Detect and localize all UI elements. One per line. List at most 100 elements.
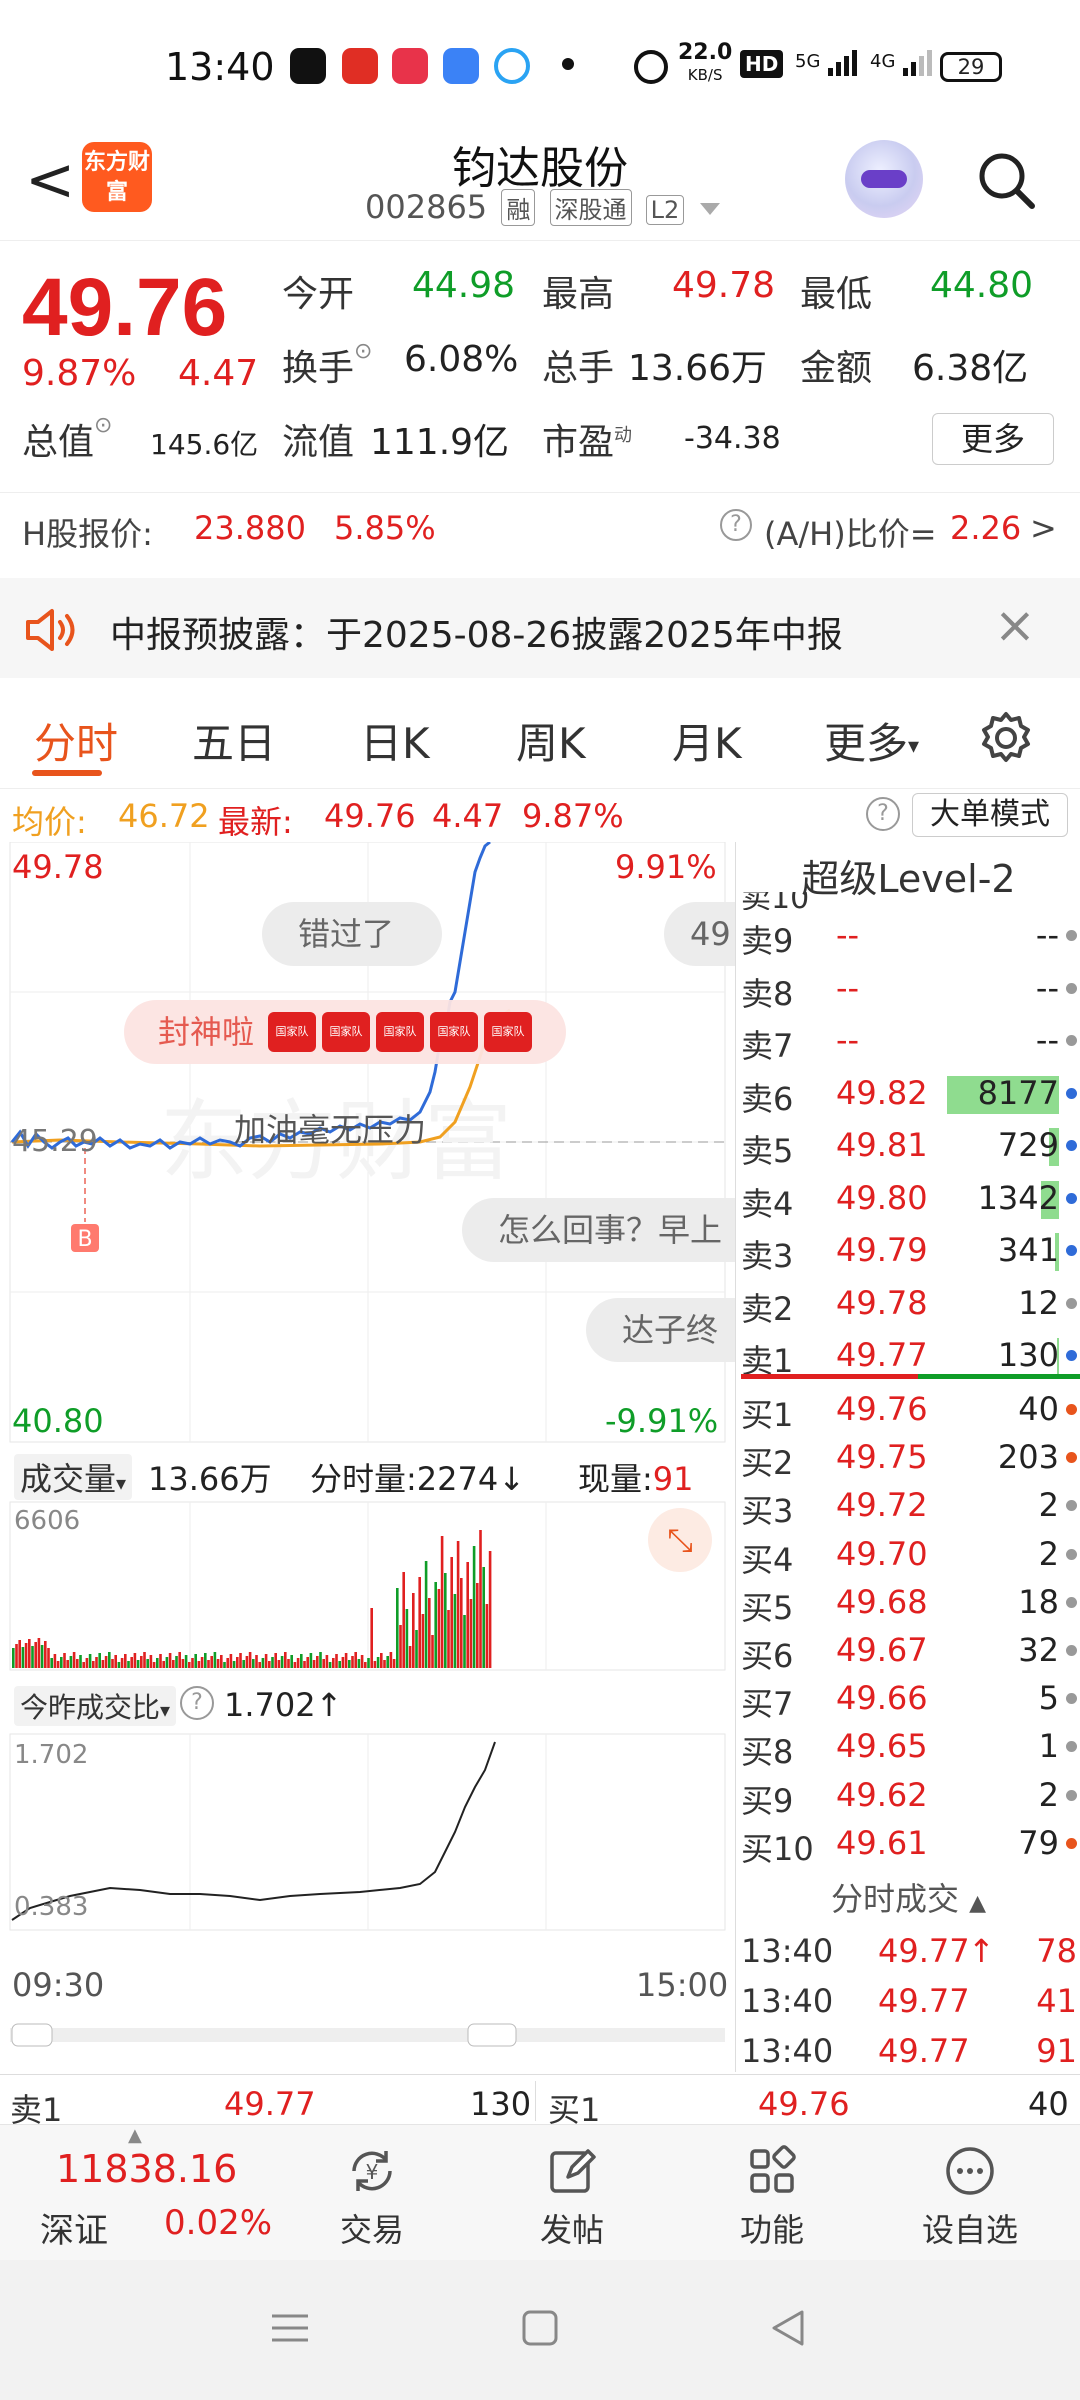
sell-level-label: 卖5 bbox=[741, 1132, 794, 1170]
buy-level-label: 买7 bbox=[741, 1685, 794, 1724]
more-button[interactable]: 更多 bbox=[932, 413, 1054, 465]
danmu-comment[interactable]: 49 bbox=[664, 902, 735, 966]
intraday-chart[interactable]: 东方财富 B 49.78 9.91% 40.80 -9.91% 45.29 错过… bbox=[0, 840, 735, 2072]
sell-level-row[interactable]: 卖8 -- -- bbox=[736, 965, 1080, 1013]
volume-bar bbox=[440, 1536, 444, 1668]
info-icon[interactable]: ⊙ bbox=[354, 339, 372, 364]
tab-monthly-k[interactable]: 月K bbox=[672, 710, 742, 771]
nav-post[interactable]: 发帖 bbox=[512, 2143, 632, 2251]
assistant-robot-icon[interactable] bbox=[845, 140, 923, 218]
help-icon[interactable]: ? bbox=[866, 797, 900, 831]
tab-intraday[interactable]: 分时 bbox=[34, 710, 118, 771]
trade-time: 13:40 bbox=[741, 1932, 834, 1970]
buy-level-row[interactable]: 买4 49.70 2 bbox=[736, 1531, 1080, 1579]
level2-orderbook[interactable]: 超级Level-2 卖10 卖9 -- -- 卖8 -- -- 卖7 -- -- 卖6 49.82 8… bbox=[735, 842, 1080, 2072]
sell-level-volume: 12 bbox=[1018, 1283, 1059, 1322]
volume-bar bbox=[357, 1659, 361, 1668]
sell-level-price: 49.82 bbox=[836, 1073, 928, 1112]
trade-volume: 41 bbox=[1036, 1982, 1077, 2020]
buy-marker-label: B bbox=[77, 1227, 92, 1252]
volume-bar bbox=[178, 1652, 181, 1668]
buy-level-row[interactable]: 买8 49.65 1 bbox=[736, 1723, 1080, 1771]
home-icon[interactable] bbox=[520, 2308, 560, 2348]
buy-level-price: 49.61 bbox=[836, 1823, 928, 1862]
danmu-comment[interactable]: 达子终 bbox=[586, 1298, 735, 1362]
buy-level-row[interactable]: 买9 49.62 2 bbox=[736, 1772, 1080, 1820]
chevron-right-icon: > bbox=[1030, 509, 1057, 547]
back-triangle-icon[interactable] bbox=[768, 2308, 808, 2348]
big-order-mode-button[interactable]: 大单模式 bbox=[912, 793, 1068, 837]
volume-bar bbox=[309, 1653, 313, 1668]
trade-row: 13:40 49.77 91 bbox=[736, 2028, 1080, 2076]
tab-five-day[interactable]: 五日 bbox=[192, 710, 276, 771]
dot-icon bbox=[562, 58, 574, 70]
buy-marker[interactable]: B bbox=[71, 1148, 99, 1252]
trade-time: 13:40 bbox=[741, 2032, 834, 2070]
chevron-down-icon[interactable] bbox=[700, 203, 721, 215]
scroll-track[interactable] bbox=[10, 2023, 725, 2047]
buy-level-row[interactable]: 买10 49.61 79 bbox=[736, 1820, 1080, 1868]
announcement-banner[interactable]: 中报预披露：于2025-08-26披露2025年中报 × bbox=[0, 578, 1080, 678]
info-icon[interactable]: ⊙ bbox=[94, 413, 112, 438]
danmu-comment[interactable]: 错过了 bbox=[262, 902, 442, 966]
search-icon[interactable] bbox=[976, 150, 1036, 210]
volume-bar bbox=[466, 1562, 469, 1668]
tab-daily-k[interactable]: 日K bbox=[360, 710, 430, 771]
volume-bar bbox=[341, 1657, 345, 1668]
volume-bar bbox=[319, 1652, 322, 1668]
buy-level-price: 49.67 bbox=[836, 1631, 928, 1669]
help-icon[interactable]: ? bbox=[180, 1686, 214, 1720]
danmu-highlight-comment[interactable]: 封神啦 国家队 国家队 国家队 国家队 国家队 bbox=[124, 1000, 566, 1064]
nav-functions[interactable]: 功能 bbox=[712, 2143, 832, 2251]
h-share-row[interactable]: H股报价: 23.880 5.85% ? (A/H)比价= 2.26 > bbox=[0, 492, 1080, 562]
danmu-comment[interactable]: 怎么回事？早上 bbox=[462, 1198, 735, 1262]
edit-icon bbox=[550, 2149, 596, 2193]
sell-level-row[interactable]: 卖2 49.78 12 bbox=[736, 1280, 1080, 1328]
volume-bar bbox=[460, 1578, 463, 1668]
volume-bar bbox=[104, 1656, 108, 1668]
buy-level-row[interactable]: 买2 49.75 203 bbox=[736, 1434, 1080, 1482]
buy1-vol: 40 bbox=[1028, 2085, 1069, 2123]
close-icon[interactable]: × bbox=[994, 596, 1036, 654]
volume-bar bbox=[168, 1653, 172, 1668]
buy-level-row[interactable]: 买3 49.72 2 bbox=[736, 1482, 1080, 1530]
nav-trade[interactable]: ¥ 交易 bbox=[312, 2143, 432, 2251]
pe-sup: 动 bbox=[614, 425, 633, 446]
menu-icon[interactable] bbox=[270, 2308, 310, 2348]
buy-level-row[interactable]: 买6 49.67 32 bbox=[736, 1627, 1080, 1675]
volume-dropdown[interactable]: 成交量▾ bbox=[14, 1454, 133, 1500]
volume-bar bbox=[383, 1660, 386, 1668]
trades-header[interactable]: 分时成交 ▲ bbox=[736, 1874, 1080, 1920]
sell-level-volume: 341 bbox=[997, 1231, 1059, 1269]
sell-level-row[interactable]: 卖9 -- -- bbox=[736, 912, 1080, 960]
expand-icon[interactable]: ⤡ bbox=[648, 1508, 712, 1572]
ratio-dropdown[interactable]: 今昨成交比▾ bbox=[14, 1686, 177, 1726]
volume-bar bbox=[376, 1657, 380, 1668]
nav-add-watchlist[interactable]: 设自选 bbox=[910, 2143, 1030, 2251]
sell-level-row[interactable]: 卖7 -- -- bbox=[736, 1017, 1080, 1065]
sell-level-row[interactable]: 卖5 49.81 729 bbox=[736, 1122, 1080, 1170]
buy-level-row[interactable]: 买1 49.76 40 bbox=[736, 1386, 1080, 1434]
volume-bar bbox=[127, 1661, 130, 1668]
volume-bar bbox=[181, 1659, 185, 1668]
danmu-comment[interactable]: 加油毫无压力 bbox=[210, 1098, 470, 1162]
buy-level-price: 49.66 bbox=[836, 1679, 928, 1718]
team-badge-icon: 国家队 bbox=[484, 1012, 532, 1052]
sell-level-row[interactable]: 卖1 49.77 130 bbox=[736, 1332, 1080, 1380]
settings-gear-icon[interactable] bbox=[978, 710, 1034, 766]
battery-icon: 29 bbox=[940, 52, 1002, 82]
turnover-value: 6.08% bbox=[404, 339, 519, 380]
sell-level-row[interactable]: 卖4 49.80 1342 bbox=[736, 1175, 1080, 1223]
triangle-up-icon: ▲ bbox=[969, 1891, 987, 1916]
volume-bar bbox=[152, 1662, 156, 1668]
buy-level-row[interactable]: 买5 49.68 18 bbox=[736, 1579, 1080, 1627]
index-ticker[interactable]: ▲ 11838.16 深证 0.02% bbox=[0, 2125, 300, 2261]
sell-level-row[interactable]: 卖3 49.79 341 bbox=[736, 1227, 1080, 1275]
tab-more[interactable]: 更多▾ bbox=[824, 710, 919, 771]
buy-level-row[interactable]: 买7 49.66 5 bbox=[736, 1675, 1080, 1723]
volume-grid bbox=[9, 1501, 726, 1671]
sell-level-row[interactable]: 卖6 49.82 8177 bbox=[736, 1070, 1080, 1118]
help-icon[interactable]: ? bbox=[720, 509, 752, 541]
tab-weekly-k[interactable]: 周K bbox=[516, 710, 586, 771]
tiktok-icon bbox=[290, 48, 326, 84]
